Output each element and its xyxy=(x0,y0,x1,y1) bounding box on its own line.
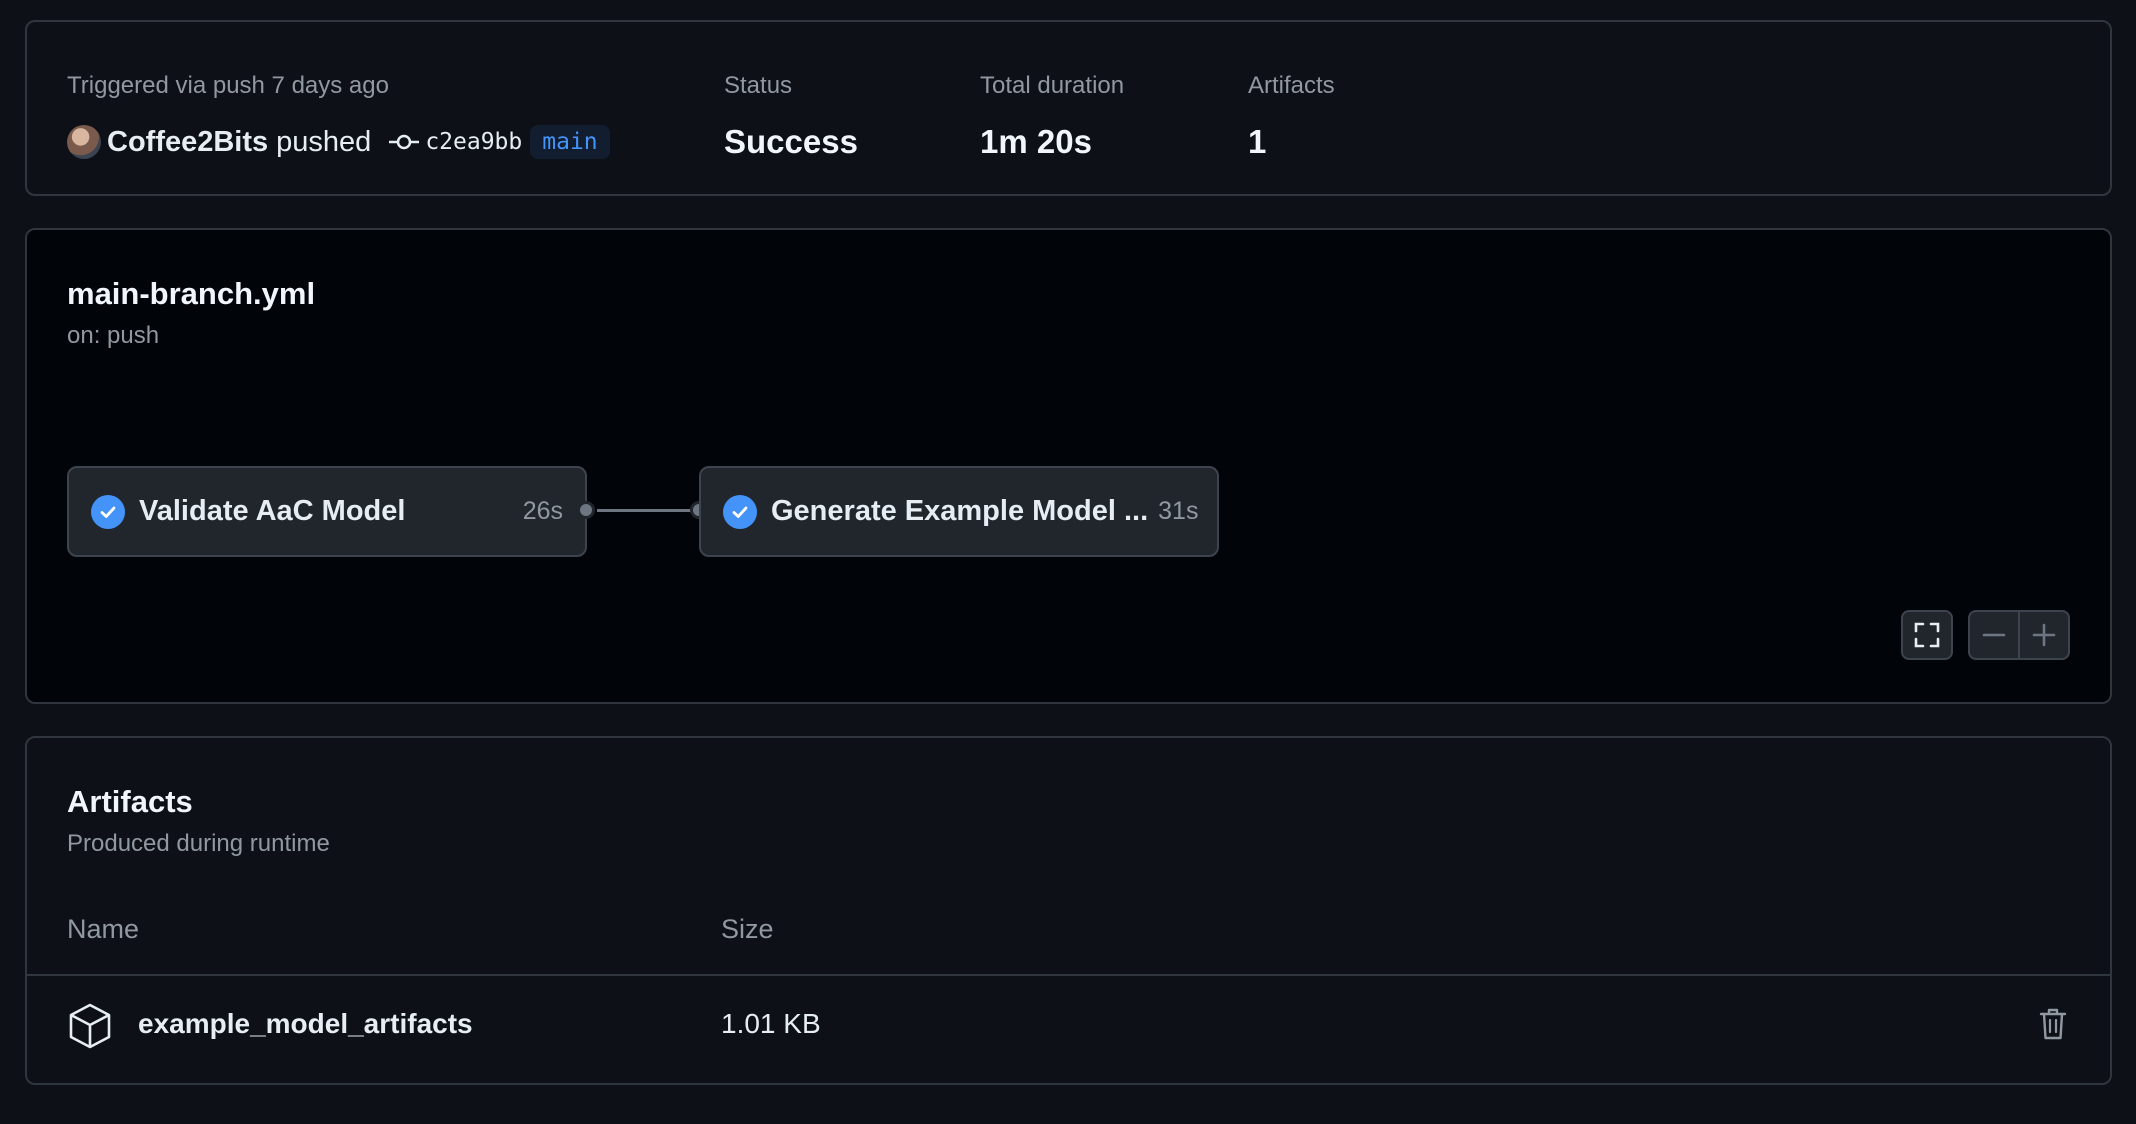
artifact-size: 1.01 KB xyxy=(721,1008,821,1039)
package-icon xyxy=(69,1003,111,1049)
workflow-graph-card: main-branch.yml on: push Validate AaC Mo… xyxy=(25,228,2112,704)
table-row: example_model_artifacts 1.01 KB xyxy=(27,976,2110,1081)
action-text: pushed xyxy=(276,125,372,158)
job-duration: 31s xyxy=(1158,497,1199,525)
actor-link[interactable]: Coffee2Bits xyxy=(107,126,268,159)
git-commit-icon xyxy=(389,134,420,150)
duration-info: Total duration 1m 20s xyxy=(980,70,1124,164)
branch-badge[interactable]: main xyxy=(530,125,610,159)
artifacts-subtitle: Produced during runtime xyxy=(67,830,330,857)
artifact-name-link[interactable]: example_model_artifacts xyxy=(138,1008,473,1040)
job-name: Generate Example Model ... xyxy=(771,495,1149,527)
zoom-in-button[interactable] xyxy=(2020,612,2068,658)
avatar[interactable] xyxy=(67,125,101,159)
status-info: Status Success xyxy=(724,70,858,164)
commit-sha-link[interactable]: c2ea9bb xyxy=(425,129,522,155)
duration-value: 1m 20s xyxy=(980,123,1092,160)
job-output-port xyxy=(577,501,595,519)
run-summary-card: Triggered via push 7 days ago Coffee2Bit… xyxy=(25,20,2112,196)
job-name: Validate AaC Model xyxy=(139,495,406,527)
artifacts-label: Artifacts xyxy=(1248,72,1335,99)
artifacts-card: Artifacts Produced during runtime Name S… xyxy=(25,736,2112,1085)
artifacts-title: Artifacts xyxy=(67,784,193,819)
plus-icon xyxy=(2032,623,2056,647)
zoom-out-button[interactable] xyxy=(1970,612,2018,658)
artifacts-count[interactable]: 1 xyxy=(1248,120,1335,164)
success-check-icon xyxy=(91,494,125,529)
minus-icon xyxy=(1982,633,2006,637)
fullscreen-button[interactable] xyxy=(1901,610,1953,660)
job-node-validate[interactable]: Validate AaC Model 26s xyxy=(67,466,587,557)
fullscreen-icon xyxy=(1914,622,1940,648)
trash-icon[interactable] xyxy=(2037,1006,2069,1042)
job-node-generate[interactable]: Generate Example Model ... 31s xyxy=(699,466,1219,557)
trigger-info: Triggered via push 7 days ago Coffee2Bit… xyxy=(67,70,610,164)
workflow-file-name: main-branch.yml xyxy=(67,276,316,311)
duration-label: Total duration xyxy=(980,72,1125,99)
zoom-controls xyxy=(1968,610,2070,660)
status-value: Success xyxy=(724,123,858,160)
trigger-label: Triggered via push 7 days ago xyxy=(67,72,389,99)
job-duration: 26s xyxy=(522,497,563,525)
status-label: Status xyxy=(724,72,793,99)
success-check-icon xyxy=(723,494,757,529)
artifacts-info: Artifacts 1 xyxy=(1248,70,1335,164)
column-header-size: Size xyxy=(721,914,774,944)
column-header-name: Name xyxy=(67,914,140,944)
workflow-trigger: on: push xyxy=(67,322,160,349)
